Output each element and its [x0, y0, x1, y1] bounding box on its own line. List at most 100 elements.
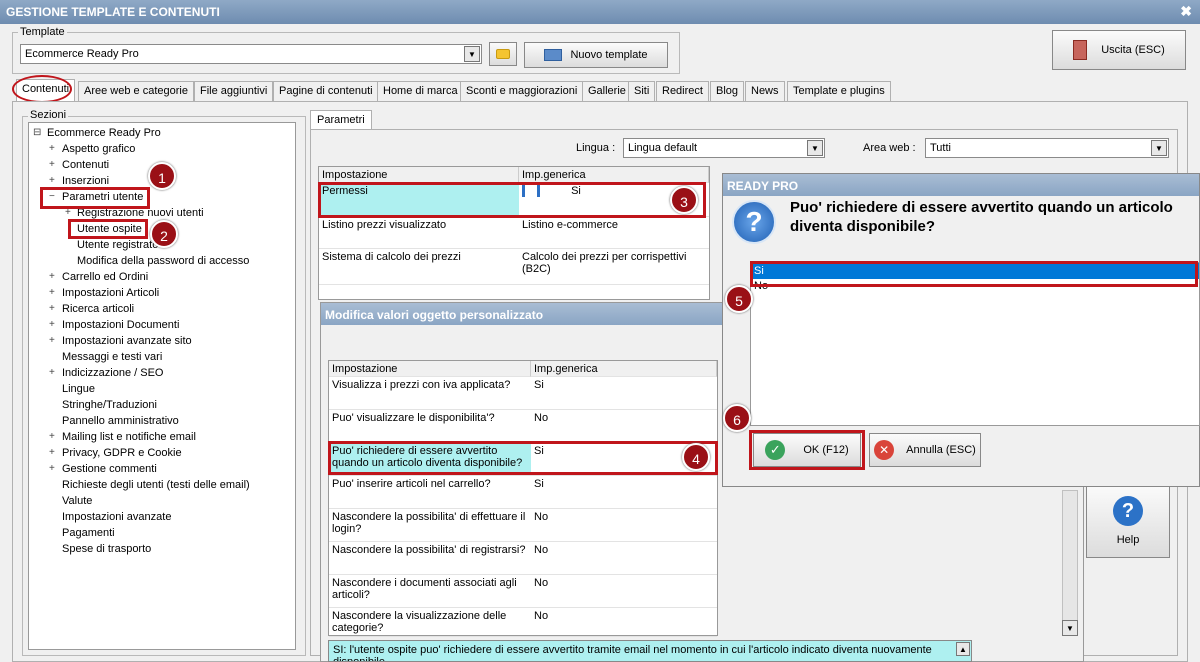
tree-item[interactable]: Pannello amministrativo — [62, 415, 179, 427]
row-value[interactable]: Listino e-commerce — [519, 217, 709, 249]
tree-item[interactable]: Messaggi e testi vari — [62, 351, 162, 363]
help-label: Help — [1116, 534, 1140, 546]
chevron-down-icon[interactable]: ▼ — [807, 140, 823, 156]
tree-item[interactable]: Modifica della password di accesso — [77, 255, 249, 267]
expand-icon[interactable]: + — [49, 175, 55, 186]
exit-button[interactable]: Uscita (ESC) — [1052, 30, 1186, 70]
row-value[interactable]: No — [531, 542, 717, 575]
folder-icon — [496, 49, 510, 59]
ready-pro-question: Puo' richiedere di essere avvertito quan… — [790, 199, 1173, 235]
expand-icon[interactable]: + — [49, 159, 55, 170]
row-value[interactable]: Si — [531, 476, 717, 509]
expand-icon[interactable]: + — [49, 367, 55, 378]
expand-icon[interactable]: + — [49, 431, 55, 442]
expand-icon[interactable]: + — [49, 303, 55, 314]
tree-item[interactable]: Richieste degli utenti (testi delle emai… — [62, 479, 250, 491]
tab-gallerie[interactable]: Gallerie — [582, 81, 632, 101]
lingua-select[interactable]: Lingua default ▼ — [623, 138, 825, 158]
tab-redirect[interactable]: Redirect — [656, 81, 709, 101]
exit-label: Uscita (ESC) — [1101, 44, 1165, 56]
tree-item[interactable]: Impostazioni Documenti — [62, 319, 179, 331]
expand-icon[interactable]: + — [49, 463, 55, 474]
row-value[interactable]: No — [531, 410, 717, 443]
chevron-down-icon[interactable]: ▼ — [1151, 140, 1167, 156]
cancel-label: Annulla (ESC) — [906, 444, 976, 456]
row-name[interactable]: Puo' inserire articoli nel carrello? — [329, 476, 531, 509]
annotation-box-4 — [328, 441, 718, 475]
row-name[interactable]: Nascondere la possibilita' di registrars… — [329, 542, 531, 575]
tree-item[interactable]: Impostazioni Articoli — [62, 287, 159, 299]
tree-item[interactable]: Carrello ed Ordini — [62, 271, 148, 283]
expand-icon[interactable]: + — [49, 143, 55, 154]
exit-door-icon — [1073, 40, 1088, 60]
scrollbar[interactable] — [1062, 490, 1078, 636]
col-imp-generica: Imp.generica — [519, 167, 709, 183]
question-icon: ? — [732, 200, 776, 244]
row-value[interactable]: Calcolo dei prezzi per corrispettivi (B2… — [519, 249, 709, 285]
tree-root[interactable]: Ecommerce Ready Pro — [47, 127, 161, 139]
scroll-down-icon[interactable]: ▼ — [1062, 620, 1078, 636]
row-value[interactable]: Si — [531, 377, 717, 410]
row-value[interactable]: No — [531, 509, 717, 542]
tab-parametri[interactable]: Parametri — [310, 110, 372, 130]
close-icon[interactable]: ✖ — [1180, 3, 1192, 20]
row-value[interactable]: No — [531, 575, 717, 608]
description-box: SI: l'utente ospite puo' richiedere di e… — [328, 640, 972, 662]
new-template-button[interactable]: Nuovo template — [524, 42, 668, 68]
lingua-label: Lingua : — [576, 142, 616, 154]
tree-item[interactable]: Impostazioni avanzate sito — [62, 335, 192, 347]
tab-home-marca[interactable]: Home di marca — [377, 81, 464, 101]
step-badge-3: 3 — [670, 186, 698, 214]
tab-blog[interactable]: Blog — [710, 81, 745, 101]
tree-item[interactable]: Mailing list e notifiche email — [62, 431, 196, 443]
tab-template-plugins[interactable]: Template e plugins — [787, 81, 891, 101]
collapse-icon[interactable]: ⊟ — [33, 127, 41, 138]
tree-item[interactable]: Privacy, GDPR e Cookie — [62, 447, 182, 459]
tree-item[interactable]: Stringhe/Traduzioni — [62, 399, 157, 411]
row-name[interactable]: Visualizza i prezzi con iva applicata? — [329, 377, 531, 410]
tree-item[interactable]: Indicizzazione / SEO — [62, 367, 164, 379]
row-name[interactable]: Nascondere i documenti associati agli ar… — [329, 575, 531, 608]
area-select[interactable]: Tutti ▼ — [925, 138, 1169, 158]
tree-item[interactable]: Utente registrato — [77, 239, 158, 251]
row-name[interactable]: Puo' visualizzare le disponibilita'? — [329, 410, 531, 443]
cancel-button[interactable]: ✕ Annulla (ESC) — [869, 433, 981, 467]
expand-icon[interactable]: + — [49, 287, 55, 298]
tab-sconti[interactable]: Sconti e maggiorazioni — [460, 81, 584, 101]
expand-icon[interactable]: + — [49, 447, 55, 458]
template-select[interactable]: Ecommerce Ready Pro ▼ — [20, 44, 482, 64]
tab-file-aggiuntivi[interactable]: File aggiuntivi — [194, 81, 274, 101]
scroll-up-icon[interactable]: ▲ — [956, 642, 970, 656]
tree-item[interactable]: Contenuti — [62, 159, 109, 171]
row-name[interactable]: Sistema di calcolo dei prezzi — [319, 249, 519, 285]
step-badge-6: 6 — [723, 404, 751, 432]
tree-item[interactable]: Aspetto grafico — [62, 143, 135, 155]
area-value: Tutti — [930, 142, 951, 154]
help-button[interactable]: ? Help — [1086, 484, 1170, 558]
tab-aree-web[interactable]: Aree web e categorie — [78, 81, 194, 101]
tree-item[interactable]: Inserzioni — [62, 175, 109, 187]
folder-button[interactable] — [489, 42, 517, 66]
chevron-down-icon[interactable]: ▼ — [464, 46, 480, 62]
tree-item[interactable]: Spese di trasporto — [62, 543, 151, 555]
expand-icon[interactable]: + — [49, 271, 55, 282]
tree-item[interactable]: Gestione commenti — [62, 463, 157, 475]
tree-item[interactable]: Pagamenti — [62, 527, 115, 539]
help-icon: ? — [1113, 496, 1143, 526]
tree-item[interactable]: Lingue — [62, 383, 95, 395]
tree-item[interactable]: Impostazioni avanzate — [62, 511, 171, 523]
row-name[interactable]: Listino prezzi visualizzato — [319, 217, 519, 249]
template-select-value: Ecommerce Ready Pro — [25, 48, 139, 60]
tab-pagine-contenuti[interactable]: Pagine di contenuti — [273, 81, 379, 101]
row-value[interactable]: No — [531, 608, 717, 637]
expand-icon[interactable]: + — [49, 319, 55, 330]
tab-news[interactable]: News — [745, 81, 785, 101]
tab-siti[interactable]: Siti — [628, 81, 656, 101]
lingua-value: Lingua default — [628, 142, 698, 154]
tree-item[interactable]: Ricerca articoli — [62, 303, 134, 315]
row-name[interactable]: Nascondere la possibilita' di effettuare… — [329, 509, 531, 542]
tree-item[interactable]: Valute — [62, 495, 92, 507]
expand-icon[interactable]: + — [49, 335, 55, 346]
annotation-box-3 — [318, 182, 706, 218]
row-name[interactable]: Nascondere la visualizzazione delle cate… — [329, 608, 531, 637]
